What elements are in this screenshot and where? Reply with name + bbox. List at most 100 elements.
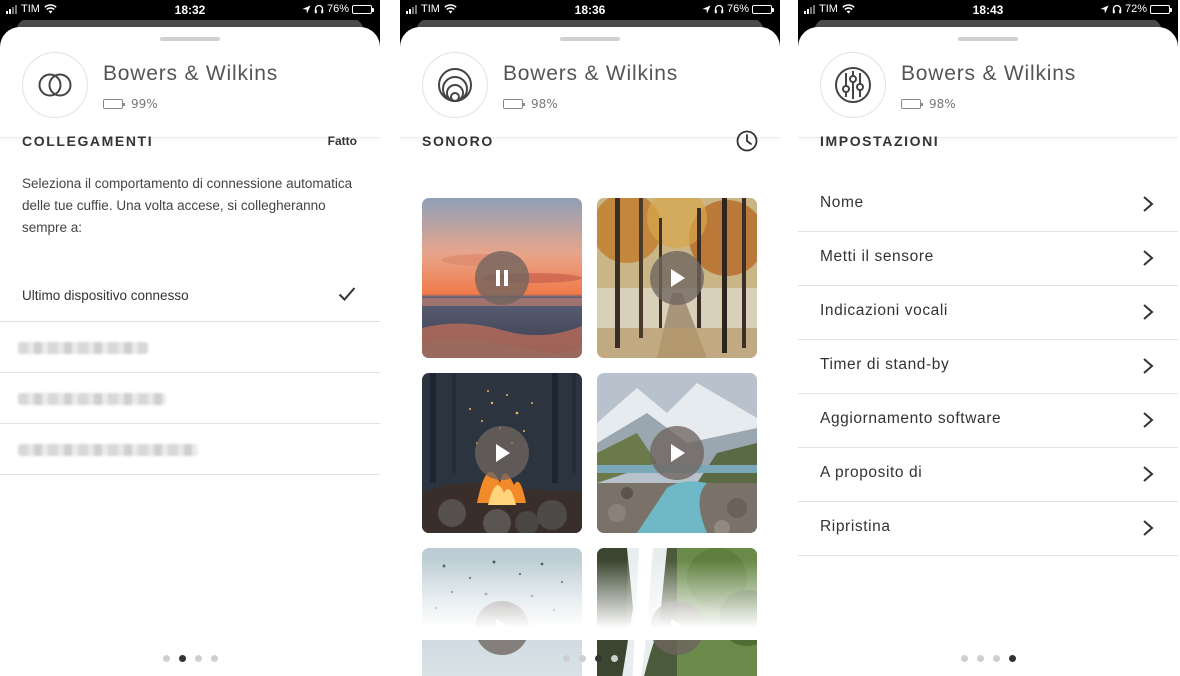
sheet-grabber[interactable] [160, 37, 220, 41]
chevron-right-icon [1143, 358, 1154, 374]
redacted-device-name [18, 342, 148, 354]
battery-percent: 76% [326, 3, 349, 15]
headphones-icon [314, 4, 324, 14]
device-battery-percent: 99% [131, 97, 158, 111]
setting-voice-prompts[interactable]: Indicazioni vocali [798, 286, 1178, 340]
device-header: Bowers & Wilkins 98% [798, 52, 1178, 138]
device-battery-percent: 98% [929, 97, 956, 111]
device-name: Bowers & Wilkins [503, 62, 678, 85]
page-dot[interactable] [562, 655, 570, 662]
option-device-row[interactable] [0, 424, 380, 475]
redacted-device-name [18, 393, 166, 405]
pause-icon [496, 270, 508, 286]
sound-tile-autumn-forest[interactable] [597, 198, 757, 358]
chevron-right-icon [1143, 520, 1154, 536]
device-battery-percent: 98% [531, 97, 558, 111]
page-dot-active[interactable] [1008, 655, 1016, 662]
option-label: Ultimo dispositivo connesso [22, 288, 189, 303]
option-device-row[interactable] [0, 322, 380, 373]
location-icon [1100, 4, 1109, 14]
status-bar: TIM 18:36 76% [400, 0, 780, 20]
setting-software-update[interactable]: Aggiornamento software [798, 394, 1178, 448]
checkmark-icon [338, 287, 356, 301]
sheet-grabber[interactable] [958, 37, 1018, 41]
section-title: SONORO [422, 133, 494, 149]
page-dot[interactable] [610, 655, 618, 662]
section-title: COLLEGAMENTI [22, 133, 154, 149]
page-dot[interactable] [578, 655, 586, 662]
chevron-right-icon [1143, 196, 1154, 212]
setting-label: Nome [820, 194, 864, 211]
sound-tile-mountain-river[interactable] [597, 373, 757, 533]
setting-about[interactable]: A proposito di [798, 448, 1178, 502]
device-battery-icon [901, 99, 923, 109]
page-dot[interactable] [194, 655, 202, 662]
connections-logo-icon [22, 52, 88, 118]
page-dot[interactable] [976, 655, 984, 662]
setting-label: Aggiornamento software [820, 410, 1002, 427]
setting-label: A proposito di [820, 464, 923, 481]
status-bar: TIM 18:43 72% [798, 0, 1178, 20]
screen-settings: TIM 18:43 72% Bowers & Wilkins 98% IMPOS… [798, 0, 1178, 676]
soundscape-logo-icon [422, 52, 488, 118]
redacted-device-name [18, 444, 198, 456]
device-name: Bowers & Wilkins [103, 62, 278, 85]
play-icon [671, 269, 685, 287]
battery-icon [352, 4, 374, 14]
setting-sensor[interactable]: Metti il sensore [798, 232, 1178, 286]
device-name: Bowers & Wilkins [901, 62, 1076, 85]
screen-soundscapes: TIM 18:36 76% Bowers & Wilkins 98% SONOR… [400, 0, 780, 676]
location-icon [702, 4, 711, 14]
page-dot[interactable] [162, 655, 170, 662]
battery-icon [752, 4, 774, 14]
page-dot-active[interactable] [594, 655, 602, 662]
sound-tile-sunset-sea[interactable] [422, 198, 582, 358]
battery-percent: 72% [1124, 3, 1147, 15]
chevron-right-icon [1143, 466, 1154, 482]
history-clock-icon[interactable] [736, 130, 758, 152]
status-bar: TIM 18:32 76% [0, 0, 380, 20]
device-battery-icon [103, 99, 125, 109]
play-icon [496, 444, 510, 462]
play-button[interactable] [650, 251, 704, 305]
page-indicator [400, 655, 780, 662]
setting-label: Timer di stand-by [820, 356, 950, 373]
scroll-fade [400, 560, 780, 640]
play-button[interactable] [475, 426, 529, 480]
page-dot[interactable] [210, 655, 218, 662]
connection-description: Seleziona il comportamento di connession… [22, 176, 353, 235]
setting-name[interactable]: Nome [798, 178, 1178, 232]
location-icon [302, 4, 311, 14]
sound-tile-campfire[interactable] [422, 373, 582, 533]
pause-button[interactable] [475, 251, 529, 305]
device-header: Bowers & Wilkins 99% [0, 52, 380, 138]
setting-reset[interactable]: Ripristina [798, 502, 1178, 556]
page-indicator [798, 655, 1178, 662]
setting-standby-timer[interactable]: Timer di stand-by [798, 340, 1178, 394]
option-device-row[interactable] [0, 373, 380, 424]
page-dot[interactable] [960, 655, 968, 662]
done-button[interactable]: Fatto [328, 134, 357, 148]
setting-label: Indicazioni vocali [820, 302, 948, 319]
page-indicator [0, 655, 380, 662]
battery-percent: 76% [726, 3, 749, 15]
page-dot[interactable] [992, 655, 1000, 662]
settings-sliders-logo-icon [820, 52, 886, 118]
page-dot-active[interactable] [178, 655, 186, 662]
option-last-device[interactable]: Ultimo dispositivo connesso [0, 271, 380, 322]
screen-connections: TIM 18:32 76% Bowers & Wilkins 99% COLLE… [0, 0, 380, 676]
headphones-icon [714, 4, 724, 14]
setting-label: Metti il sensore [820, 248, 934, 265]
battery-icon [1150, 4, 1172, 14]
headphones-icon [1112, 4, 1122, 14]
sheet-grabber[interactable] [560, 37, 620, 41]
device-battery-icon [503, 99, 525, 109]
chevron-right-icon [1143, 412, 1154, 428]
play-icon [671, 444, 685, 462]
section-title: IMPOSTAZIONI [820, 133, 940, 149]
chevron-right-icon [1143, 250, 1154, 266]
setting-label: Ripristina [820, 518, 891, 535]
chevron-right-icon [1143, 304, 1154, 320]
play-button[interactable] [650, 426, 704, 480]
device-header: Bowers & Wilkins 98% [400, 52, 780, 138]
